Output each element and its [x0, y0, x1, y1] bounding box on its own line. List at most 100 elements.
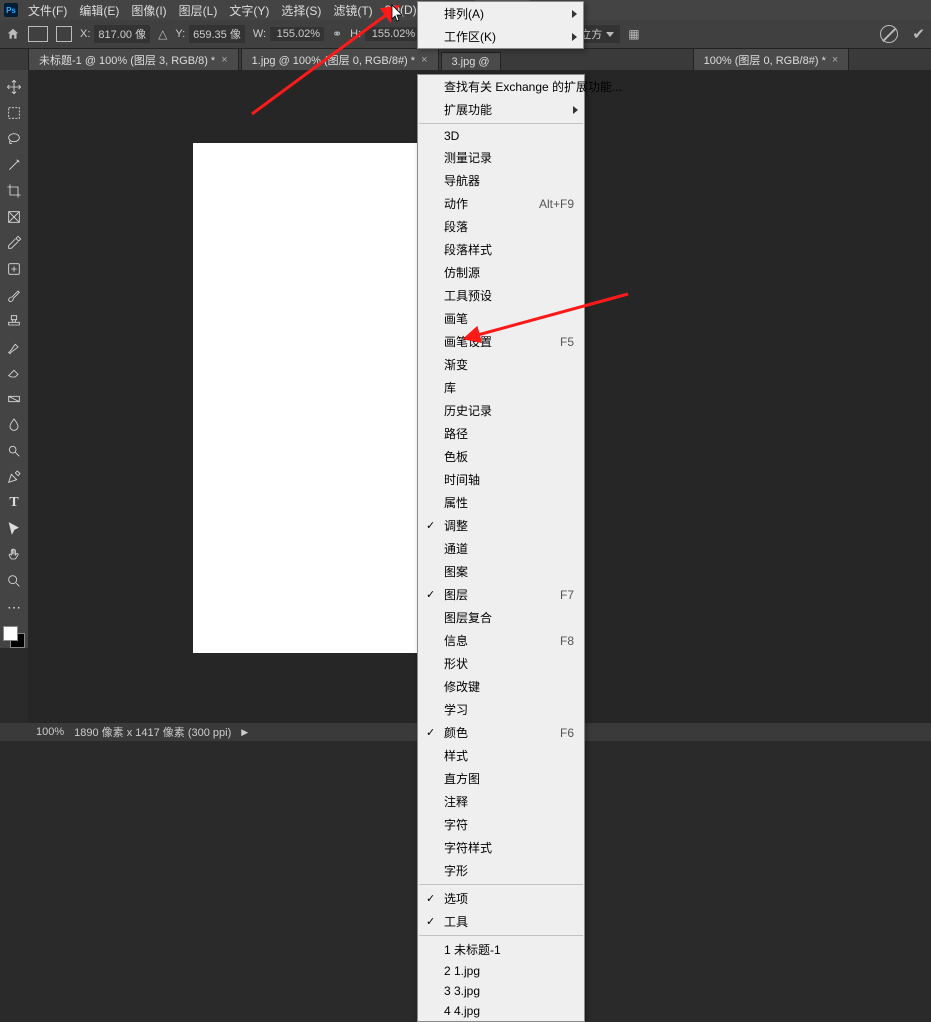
- doc-tab-1[interactable]: 未标题-1 @ 100% (图层 3, RGB/8) * ×: [28, 48, 239, 71]
- gradient-tool[interactable]: [3, 388, 25, 410]
- menu-item[interactable]: 图层复合: [418, 606, 584, 629]
- menu-item[interactable]: 直方图: [418, 767, 584, 790]
- dodge-tool[interactable]: [3, 440, 25, 462]
- menu-item[interactable]: 画笔设置F5: [418, 330, 584, 353]
- menu-file[interactable]: 文件(F): [22, 0, 73, 21]
- menu-item[interactable]: 渐变: [418, 353, 584, 376]
- marquee-tool[interactable]: [3, 102, 25, 124]
- menu-item[interactable]: 工具: [418, 910, 584, 933]
- menu-item[interactable]: 段落: [418, 215, 584, 238]
- tab-label: 未标题-1 @ 100% (图层 3, RGB/8) *: [39, 52, 215, 68]
- menu-item[interactable]: 动作Alt+F9: [418, 192, 584, 215]
- menu-item[interactable]: 形状: [418, 652, 584, 675]
- menu-item[interactable]: 字形: [418, 859, 584, 882]
- menu-arrange[interactable]: 排列(A): [418, 2, 583, 25]
- link-icon[interactable]: ⚭: [332, 27, 342, 41]
- menu-item[interactable]: 选项: [418, 887, 584, 910]
- menu-item[interactable]: 导航器: [418, 169, 584, 192]
- anchor-icon[interactable]: [56, 26, 72, 42]
- pen-tool[interactable]: [3, 466, 25, 488]
- menu-item[interactable]: 字符样式: [418, 836, 584, 859]
- menu-image[interactable]: 图像(I): [125, 0, 172, 21]
- menu-item[interactable]: 属性: [418, 491, 584, 514]
- menu-layer[interactable]: 图层(L): [173, 0, 224, 21]
- menu-item[interactable]: 段落样式: [418, 238, 584, 261]
- close-icon[interactable]: ×: [421, 54, 427, 66]
- menu-item[interactable]: 字符: [418, 813, 584, 836]
- menu-item[interactable]: 图层F7: [418, 583, 584, 606]
- fg-color[interactable]: [3, 626, 18, 641]
- doc-tab-2[interactable]: 1.jpg @ 100% (图层 0, RGB/8#) *×: [241, 48, 439, 71]
- w-value[interactable]: 155.02%: [270, 27, 324, 41]
- lasso-tool[interactable]: [3, 128, 25, 150]
- doc-tab-4[interactable]: 100% (图层 0, RGB/8#) *×: [693, 48, 850, 71]
- transform-icon[interactable]: [28, 26, 48, 42]
- blur-tool[interactable]: [3, 414, 25, 436]
- menu-item[interactable]: 通道: [418, 537, 584, 560]
- menu-item[interactable]: 信息F8: [418, 629, 584, 652]
- menu-item[interactable]: 学习: [418, 698, 584, 721]
- menu-type[interactable]: 文字(Y): [223, 0, 275, 21]
- eraser-tool[interactable]: [3, 362, 25, 384]
- eyedropper-tool[interactable]: [3, 232, 25, 254]
- doc-tab-3[interactable]: 3.jpg @: [441, 52, 501, 71]
- menu-item[interactable]: 修改键: [418, 675, 584, 698]
- y-field[interactable]: Y:659.35 像: [175, 25, 245, 43]
- menu-item[interactable]: 4 4.jpg: [418, 1001, 584, 1021]
- x-field[interactable]: X:817.00 像: [80, 25, 150, 43]
- edit-toolbar[interactable]: ⋯: [3, 596, 25, 618]
- heal-tool[interactable]: [3, 258, 25, 280]
- type-tool[interactable]: T: [3, 492, 25, 514]
- close-icon[interactable]: ×: [221, 54, 227, 66]
- chevron-down-icon: [606, 32, 614, 37]
- status-arrow-icon[interactable]: ▶: [241, 727, 248, 738]
- hand-tool[interactable]: [3, 544, 25, 566]
- menu-item[interactable]: 时间轴: [418, 468, 584, 491]
- h-value[interactable]: 155.02%: [365, 27, 419, 41]
- menu-item[interactable]: 路径: [418, 422, 584, 445]
- menu-item[interactable]: 库: [418, 376, 584, 399]
- menu-item[interactable]: 图案: [418, 560, 584, 583]
- history-brush-tool[interactable]: [3, 336, 25, 358]
- h-field[interactable]: H:155.02%: [350, 27, 419, 41]
- menu-item[interactable]: 1 未标题-1: [418, 938, 584, 961]
- grid-icon[interactable]: ▦: [628, 27, 639, 41]
- menu-item[interactable]: 测量记录: [418, 146, 584, 169]
- menu-item[interactable]: 仿制源: [418, 261, 584, 284]
- status-zoom[interactable]: 100%: [36, 726, 64, 738]
- triangle-icon: △: [158, 27, 167, 41]
- menu-item[interactable]: 色板: [418, 445, 584, 468]
- commit-icon[interactable]: ✔: [912, 25, 925, 43]
- menu-item[interactable]: 注释: [418, 790, 584, 813]
- move-tool[interactable]: [3, 76, 25, 98]
- home-icon[interactable]: [6, 27, 20, 41]
- menu-item[interactable]: 3D: [418, 126, 584, 146]
- menu-item[interactable]: 查找有关 Exchange 的扩展功能...: [418, 75, 584, 98]
- close-icon[interactable]: ×: [832, 54, 838, 66]
- menu-item[interactable]: 画笔: [418, 307, 584, 330]
- menu-select[interactable]: 选择(S): [275, 0, 327, 21]
- menu-item[interactable]: 扩展功能: [418, 98, 584, 121]
- menu-item[interactable]: 历史记录: [418, 399, 584, 422]
- color-swatches[interactable]: [3, 626, 25, 648]
- menu-item[interactable]: 工具预设: [418, 284, 584, 307]
- menu-filter[interactable]: 滤镜(T): [327, 0, 378, 21]
- status-info[interactable]: 1890 像素 x 1417 像素 (300 ppi): [74, 724, 231, 740]
- y-value[interactable]: 659.35 像: [189, 25, 245, 43]
- menu-item[interactable]: 调整: [418, 514, 584, 537]
- w-field[interactable]: W:155.02%: [253, 27, 324, 41]
- wand-tool[interactable]: [3, 154, 25, 176]
- menu-workspace[interactable]: 工作区(K): [418, 25, 583, 48]
- menu-item[interactable]: 2 1.jpg: [418, 961, 584, 981]
- menu-item[interactable]: 3 3.jpg: [418, 981, 584, 1001]
- menu-edit[interactable]: 编辑(E): [73, 0, 125, 21]
- zoom-tool[interactable]: [3, 570, 25, 592]
- x-value[interactable]: 817.00 像: [94, 25, 150, 43]
- stamp-tool[interactable]: [3, 310, 25, 332]
- path-select-tool[interactable]: [3, 518, 25, 540]
- crop-tool[interactable]: [3, 180, 25, 202]
- brush-tool[interactable]: [3, 284, 25, 306]
- cancel-icon[interactable]: [880, 25, 898, 43]
- menu-item[interactable]: 样式: [418, 744, 584, 767]
- frame-tool[interactable]: [3, 206, 25, 228]
